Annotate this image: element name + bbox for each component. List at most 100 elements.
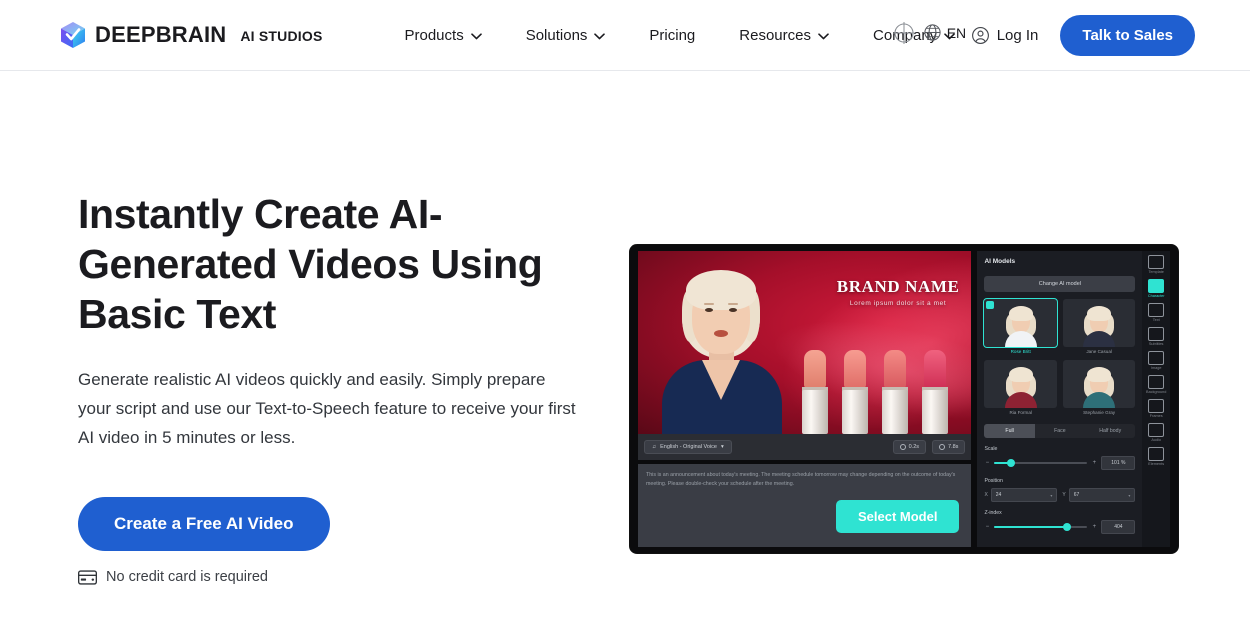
brand-subtitle-text: Lorem ipsum dolor sit a met (849, 300, 947, 307)
nav-item-pricing[interactable]: Pricing (627, 19, 717, 52)
header-actions: EN Log In Talk to Sales (924, 0, 1195, 71)
brand-title-text: BRAND NAME (836, 277, 960, 296)
create-free-ai-video-button[interactable]: Create a Free AI Video (78, 497, 330, 551)
minus-icon[interactable]: − (984, 460, 990, 466)
change-ai-model-button[interactable]: Change AI model (984, 276, 1136, 292)
editor-tool-rail: Template Character Text Subtitles Image … (1142, 251, 1170, 547)
position-y-input[interactable]: 67 ▾ (1068, 488, 1136, 502)
no-credit-card-note: No credit card is required (78, 569, 618, 585)
login-label: Log In (996, 27, 1039, 44)
text-icon (1148, 303, 1165, 317)
voice-selector-chip[interactable]: ♫ English - Original Voice ▾ (644, 440, 732, 454)
rail-label: Character (1147, 294, 1165, 298)
ai-models-panel: AI Models Change AI model Rose Britt Jan… (977, 251, 1143, 547)
rail-label: Image (1150, 366, 1162, 370)
rail-item-image[interactable]: Image (1144, 351, 1168, 370)
rail-label: Audio (1151, 438, 1162, 442)
model-name: Ria Formal (1009, 410, 1032, 415)
model-card[interactable]: Ria Formal (984, 360, 1057, 415)
panel-title: AI Models (984, 258, 1016, 265)
segment-face[interactable]: Face (1035, 424, 1085, 438)
clock-icon (939, 444, 946, 450)
position-row: X 24 ▾ Y 67 ▾ (984, 488, 1136, 502)
rail-label: Frames (1149, 414, 1163, 418)
rail-item-template[interactable]: Template (1144, 255, 1168, 274)
nav-item-resources[interactable]: Resources (717, 19, 851, 52)
brand-name: DEEPBRAIN (95, 22, 227, 47)
position-y-value: 67 (1073, 492, 1080, 498)
globe-icon (924, 24, 941, 41)
nav-item-products[interactable]: Products (383, 19, 504, 52)
segment-full[interactable]: Full (984, 424, 1035, 438)
image-icon (1148, 351, 1165, 365)
hero-description: Generate realistic AI videos quickly and… (78, 370, 576, 447)
position-x-value: 24 (995, 492, 1002, 498)
stepper-icon[interactable]: ▾ (1128, 493, 1130, 498)
rail-label: Subtitles (1148, 342, 1164, 346)
rail-label: Elements (1148, 462, 1165, 466)
brand-suffix: AI STUDIOS (240, 28, 323, 44)
segment-half-body[interactable]: Half body (1085, 424, 1135, 438)
rail-item-elements[interactable]: Elements (1144, 447, 1168, 466)
main-nav: Products Solutions Pricing Resources Com… (383, 19, 978, 52)
template-icon (1148, 255, 1165, 269)
clip-start-chip[interactable]: 0.2s (892, 440, 927, 454)
select-model-button[interactable]: Select Model (836, 500, 960, 533)
z-index-label: Z-index (984, 510, 1002, 516)
scale-slider-track[interactable] (994, 459, 1088, 467)
elements-icon (1148, 447, 1165, 461)
selected-check-icon (986, 301, 995, 309)
position-x-input[interactable]: 24 ▾ (990, 488, 1058, 502)
page-title: Instantly Create AI-Generated Videos Usi… (78, 191, 543, 337)
model-card[interactable]: Stephanie Gray (1062, 360, 1136, 415)
plus-icon[interactable]: + (1091, 524, 1097, 530)
language-label: EN (946, 24, 967, 41)
nav-item-solutions[interactable]: Solutions (504, 19, 628, 52)
rail-item-subtitles[interactable]: Subtitles (1144, 327, 1168, 346)
brand-logo[interactable]: DEEPBRAIN AI STUDIOS (60, 21, 323, 49)
model-card[interactable]: Rose Britt (983, 298, 1058, 354)
subtitles-icon (1148, 327, 1165, 341)
frames-icon (1148, 399, 1165, 413)
scale-value[interactable]: 101 % (1101, 456, 1136, 470)
hero-copy: Instantly Create AI-Generated Videos Usi… (78, 189, 618, 585)
stepper-icon[interactable]: ▾ (1050, 493, 1052, 498)
scale-label: Scale (984, 446, 998, 452)
site-header: DEEPBRAIN AI STUDIOS Products Solutions … (0, 0, 1250, 71)
cube-logo-icon (61, 22, 85, 48)
clip-duration-chip[interactable]: 7.8s (932, 440, 966, 454)
video-preview-stage[interactable]: BRAND NAME Lorem ipsum dolor sit a met (638, 251, 972, 434)
lipstick-product-group (802, 342, 967, 434)
position-y-axis-label: Y (1062, 492, 1066, 498)
chevron-down-icon: ▾ (721, 444, 724, 450)
minus-icon[interactable]: − (984, 524, 990, 530)
model-card[interactable]: Jane Casual (1062, 299, 1136, 354)
login-link[interactable]: Log In (971, 26, 1039, 45)
view-mode-segmented-control: Full Face Half body (984, 424, 1136, 438)
background-icon (1148, 375, 1165, 389)
talk-to-sales-button[interactable]: Talk to Sales (1060, 15, 1195, 56)
position-x-axis-label: X (984, 492, 988, 498)
language-selector[interactable]: EN (923, 23, 966, 42)
nav-label: Solutions (525, 26, 588, 44)
rail-item-audio[interactable]: Audio (1144, 423, 1168, 442)
rail-label: Template (1148, 270, 1164, 274)
plus-icon[interactable]: + (1091, 460, 1097, 466)
model-name: Rose Britt (1010, 349, 1031, 354)
ai-presenter-avatar (656, 264, 786, 434)
rail-item-text[interactable]: Text (1144, 303, 1168, 322)
audio-icon (1148, 423, 1165, 437)
model-grid: Rose Britt Jane Casual Ria Formal Stepha… (983, 298, 1136, 415)
clip-start-label: 0.2s (908, 444, 920, 450)
z-index-slider-track[interactable] (994, 523, 1088, 531)
z-index-value[interactable]: 404 (1101, 520, 1136, 534)
rail-item-background[interactable]: Background (1144, 375, 1168, 394)
chevron-down-icon (470, 32, 482, 39)
scale-slider-row: − + 101 % (984, 456, 1136, 470)
voice-label: English - Original Voice (660, 444, 717, 450)
rail-item-frames[interactable]: Frames (1144, 399, 1168, 418)
character-icon (1148, 279, 1165, 293)
rail-item-character[interactable]: Character (1144, 279, 1168, 298)
nav-label: Pricing (649, 26, 696, 44)
clock-icon (899, 444, 906, 450)
